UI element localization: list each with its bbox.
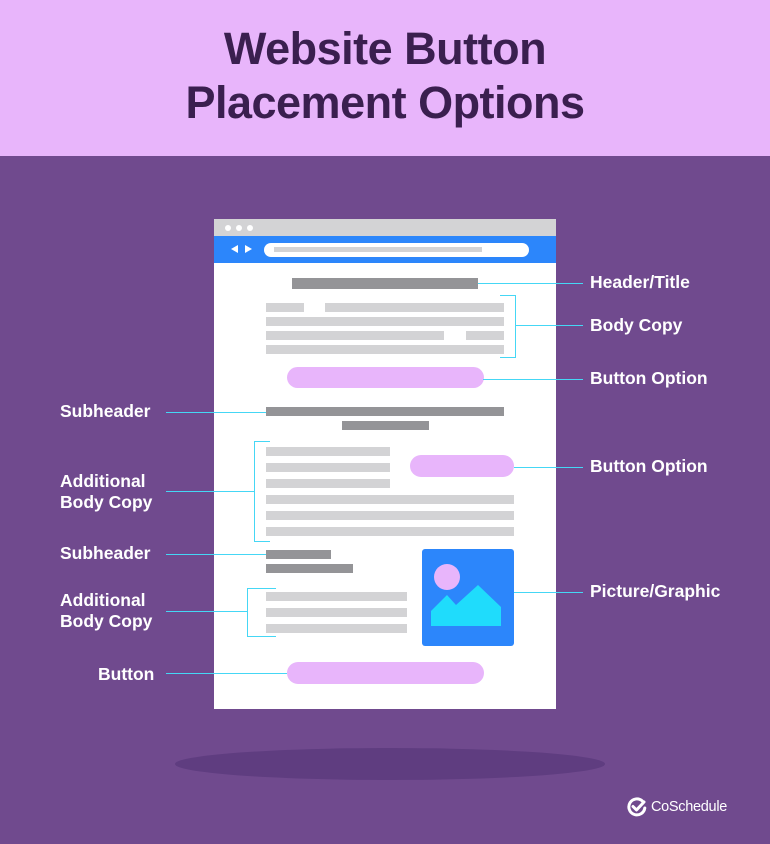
label-button-option-1: Button Option — [590, 368, 708, 388]
browser-title-bar — [214, 219, 556, 236]
label-header-title: Header/Title — [590, 272, 690, 292]
body-copy-line — [266, 608, 407, 617]
button-option-2 — [410, 455, 514, 477]
subheader-block — [342, 421, 429, 430]
label-picture-graphic: Picture/Graphic — [590, 581, 721, 601]
bracket-body-copy-bottom — [500, 357, 515, 358]
connector-subheader-2 — [166, 554, 266, 555]
connector-additional-2 — [166, 611, 247, 612]
connector-header-title — [478, 283, 583, 284]
checkmark-logo-icon — [627, 797, 647, 817]
body-copy-line — [466, 331, 504, 340]
connector-picture — [514, 592, 583, 593]
label-line: Body Copy — [60, 492, 153, 512]
button-option-1 — [287, 367, 484, 388]
arrow-right-icon — [245, 245, 252, 253]
label-subheader-1: Subheader — [60, 401, 151, 421]
connector-button-option-2 — [514, 467, 583, 468]
body-copy-line — [266, 317, 504, 326]
body-copy-line — [266, 624, 407, 633]
body-copy-line — [266, 331, 444, 340]
mountain-shape — [431, 585, 501, 626]
body-copy-line — [266, 592, 407, 601]
brand-logo: CoSchedule — [627, 797, 727, 817]
label-line: Additional — [60, 590, 146, 610]
body-copy-line — [266, 527, 514, 536]
label-line: Body Copy — [60, 611, 153, 631]
sun-shape — [434, 564, 460, 590]
subheader-block — [266, 550, 331, 559]
picture-graphic — [431, 564, 501, 626]
bracket-additional-2-vertical — [247, 588, 248, 637]
window-dot — [247, 225, 253, 231]
subheader-block — [266, 407, 504, 416]
bracket-additional-1-bottom — [254, 541, 270, 542]
connector-additional-1 — [166, 491, 254, 492]
body-copy-line — [266, 479, 390, 488]
title-line-2: Placement Options — [185, 77, 585, 128]
window-dot — [236, 225, 242, 231]
body-copy-line — [266, 447, 390, 456]
bracket-body-copy-vertical — [515, 295, 516, 358]
bracket-additional-2-top — [247, 588, 276, 589]
url-placeholder — [274, 247, 482, 252]
browser-nav-bar — [214, 236, 556, 263]
header-title-block — [292, 278, 478, 289]
connector-button-option-1 — [483, 379, 583, 380]
body-copy-line — [266, 303, 304, 312]
browser-shadow — [175, 748, 605, 780]
bracket-additional-1-top — [254, 441, 270, 442]
connector-subheader-1 — [166, 412, 266, 413]
label-line: Additional — [60, 471, 146, 491]
bracket-body-copy-top — [500, 295, 515, 296]
label-body-copy: Body Copy — [590, 315, 683, 335]
body-copy-line — [266, 495, 514, 504]
connector-button — [166, 673, 287, 674]
body-copy-line — [266, 463, 390, 472]
body-copy-line — [325, 303, 504, 312]
body-copy-line — [266, 345, 504, 354]
window-dot — [225, 225, 231, 231]
bracket-additional-1-vertical — [254, 441, 255, 542]
url-bar — [264, 243, 529, 257]
page-title: Website Button Placement Options — [0, 22, 770, 130]
arrow-left-icon — [231, 245, 238, 253]
label-subheader-2: Subheader — [60, 543, 151, 563]
image-icon — [422, 549, 514, 646]
brand-name: CoSchedule — [651, 799, 727, 815]
label-button-option-2: Button Option — [590, 456, 708, 476]
body-copy-line — [266, 511, 514, 520]
button-bottom — [287, 662, 484, 684]
label-additional-body-copy-2: Additional Body Copy — [60, 590, 152, 632]
bracket-additional-2-bottom — [247, 636, 276, 637]
subheader-block — [266, 564, 353, 573]
label-button: Button — [98, 664, 155, 684]
title-line-1: Website Button — [223, 23, 547, 74]
connector-body-copy — [515, 325, 583, 326]
label-additional-body-copy-1: Additional Body Copy — [60, 471, 152, 513]
